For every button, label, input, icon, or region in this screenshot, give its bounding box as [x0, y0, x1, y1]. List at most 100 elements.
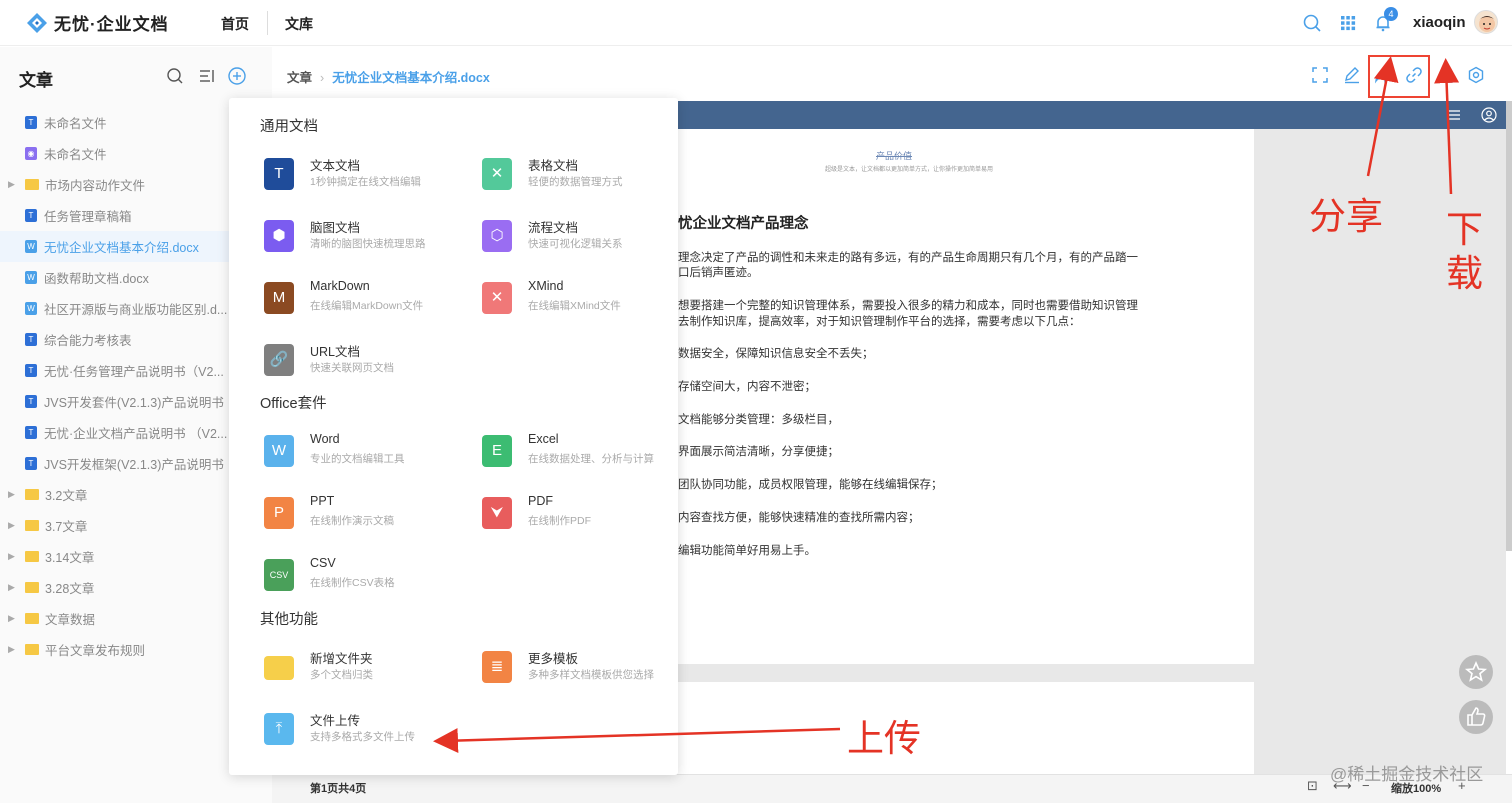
expand-caret-icon[interactable]: ▶: [8, 582, 15, 593]
menu-icon[interactable]: [1446, 107, 1462, 123]
sidebar-item-label: 无忧·企业文档产品说明书 （V2...: [44, 427, 228, 441]
sidebar-item-label: 未命名文件: [44, 117, 107, 131]
word-file-icon: W: [25, 240, 37, 253]
nav-library[interactable]: 文库: [285, 14, 313, 34]
doc-line: 编辑功能简单好用易上手。: [678, 545, 816, 557]
apps-grid-icon[interactable]: [1338, 13, 1358, 33]
menu-item-title: 流程文档: [528, 221, 579, 235]
doc-file-icon: T: [25, 209, 37, 222]
menu-item[interactable]: ✕ 表格文档 轻便的数据管理方式: [482, 153, 682, 193]
doc-file-icon: T: [25, 457, 37, 470]
doc-line: 文档能够分类管理：多级栏目，: [678, 414, 839, 426]
menu-item-description: 专业的文档编辑工具: [310, 453, 405, 465]
doc-line: 内容查找方便，能够快速精准的查找所需内容；: [678, 512, 920, 524]
menu-item[interactable]: ⮟ PDF 在线制作PDF: [482, 492, 682, 532]
csv-icon: CSV: [264, 559, 294, 591]
menu-item[interactable]: P PPT 在线制作演示文稿: [264, 492, 464, 532]
like-button[interactable]: [1459, 700, 1493, 734]
menu-item-description: 在线制作CSV表格: [310, 577, 395, 589]
menu-item-description: 多个文档归类: [310, 669, 373, 681]
word-file-icon: W: [25, 271, 37, 284]
add-circle-icon[interactable]: [228, 67, 246, 85]
expand-caret-icon[interactable]: ▶: [8, 644, 15, 655]
app-logo[interactable]: 无忧·企业文档: [26, 10, 169, 35]
menu-item-title: 脑图文档: [310, 221, 361, 235]
sidebar-search-icon[interactable]: [166, 67, 184, 85]
menu-item-title: XMind: [528, 279, 564, 293]
share-annotation: 分享: [1309, 196, 1383, 237]
menu-item-description: 支持多格式多文件上传: [310, 731, 415, 743]
menu-item-description: 快速可视化逻辑关系: [528, 238, 623, 250]
menu-item[interactable]: ⬢ 脑图文档 清晰的脑图快速梳理思路: [264, 215, 464, 255]
sidebar-item-label: 市场内容动作文件: [45, 179, 146, 193]
doc-line: 存储空间大，内容不泄密；: [678, 381, 816, 393]
upload-annotation: 上传: [847, 718, 921, 759]
doc-file-icon: T: [25, 426, 37, 439]
menu-item[interactable]: CSV CSV 在线制作CSV表格: [264, 554, 464, 594]
breadcrumb: 文章 › 无忧企业文档基本介绍.docx: [287, 67, 490, 86]
fit-page-icon[interactable]: ⊡: [1307, 778, 1318, 794]
search-icon[interactable]: [1302, 13, 1322, 33]
menu-item[interactable]: ✕ XMind 在线编辑XMind文件: [482, 277, 682, 317]
word-file-icon: W: [25, 302, 37, 315]
menu-item-title: 更多模板: [528, 652, 579, 666]
doc-line: 数据安全，保障知识信息安全不丢失；: [678, 348, 874, 360]
menu-item-description: 在线制作演示文稿: [310, 515, 394, 527]
menu-item[interactable]: ⬡ 流程文档 快速可视化逻辑关系: [482, 215, 682, 255]
breadcrumb-root[interactable]: 文章: [287, 71, 312, 85]
doc-line: 去制作知识库，提高效率，对于知识管理制作平台的选择，需要考虑以下几点：: [678, 316, 1081, 328]
user-circle-icon[interactable]: [1481, 107, 1497, 123]
excel-icon: E: [482, 435, 512, 467]
xmind-icon: ✕: [482, 282, 512, 314]
app-name: 无忧·企业文档: [54, 15, 169, 34]
nav-home[interactable]: 首页: [221, 14, 249, 34]
download-icon[interactable]: [1436, 66, 1454, 84]
sidebar-item-label: 文章数据: [45, 613, 96, 627]
fullscreen-icon[interactable]: [1311, 66, 1329, 84]
menu-item-title: URL文档: [310, 345, 361, 359]
doc-line: 理念决定了产品的调性和未来走的路有多远，有的产品生命周期只有几个月，有的产品踏一: [678, 252, 1138, 264]
avatar[interactable]: [1474, 10, 1498, 34]
sidebar-item-label: 未命名文件: [44, 148, 107, 162]
edit-icon[interactable]: [1343, 66, 1361, 84]
menu-item-description: 清晰的脑图快速梳理思路: [310, 238, 426, 250]
expand-caret-icon[interactable]: ▶: [8, 520, 15, 531]
avatar-face-icon: [1478, 16, 1496, 32]
folder-icon: [25, 551, 39, 562]
menu-item[interactable]: E Excel 在线数据处理、分析与计算: [482, 430, 682, 470]
expand-caret-icon[interactable]: ▶: [8, 489, 15, 500]
sort-icon[interactable]: [198, 67, 216, 85]
pdf-icon: ⮟: [482, 497, 512, 529]
sidebar-item-label: 3.14文章: [45, 551, 95, 565]
download-annotation: 下载: [1446, 208, 1486, 296]
settings-icon[interactable]: [1467, 66, 1485, 84]
menu-item[interactable]: W Word 专业的文档编辑工具: [264, 430, 464, 470]
menu-item[interactable]: M MarkDown 在线编辑MarkDown文件: [264, 277, 464, 317]
sidebar-item-label: 无忧企业文档基本介绍.docx: [44, 241, 199, 255]
menu-item[interactable]: T 文本文档 1秒钟搞定在线文档编辑: [264, 153, 464, 193]
document-scrollbar[interactable]: [1506, 101, 1512, 551]
menu-item-description: 在线编辑XMind文件: [528, 300, 621, 312]
menu-item-title: CSV: [310, 556, 336, 570]
doc-file-icon: T: [25, 364, 37, 377]
menu-item[interactable]: 🔗 URL文档 快速关联网页文档: [264, 339, 464, 379]
expand-caret-icon[interactable]: ▶: [8, 179, 15, 190]
document-page-2: [678, 682, 1254, 774]
top-bar: 无忧·企业文档 首页 文库 4 xiaoqin: [0, 0, 1512, 46]
menu-item-description: 1秒钟搞定在线文档编辑: [310, 176, 421, 188]
menu-item-description: 在线编辑MarkDown文件: [310, 300, 424, 312]
doc-line: 界面展示简洁清晰，分享便捷；: [678, 446, 839, 458]
username[interactable]: xiaoqin: [1413, 14, 1466, 31]
menu-item[interactable]: ≣ 更多模板 多种多样文档模板供您选择: [482, 646, 682, 686]
menu-item-title: 表格文档: [528, 159, 579, 173]
doc-line: 团队协同功能，成员权限管理，能够在线编辑保存；: [678, 479, 943, 491]
menu-item[interactable]: 新增文件夹 多个文档归类: [264, 646, 464, 686]
menu-section-title: 其他功能: [260, 612, 318, 628]
expand-caret-icon[interactable]: ▶: [8, 551, 15, 562]
sidebar-item-label: 3.2文章: [45, 489, 88, 503]
menu-item[interactable]: ⤒ 文件上传 支持多格式多文件上传: [264, 708, 464, 748]
notification-badge: 4: [1384, 7, 1398, 21]
folder-icon: [264, 656, 294, 680]
expand-caret-icon[interactable]: ▶: [8, 613, 15, 624]
favorite-button[interactable]: [1459, 655, 1493, 689]
